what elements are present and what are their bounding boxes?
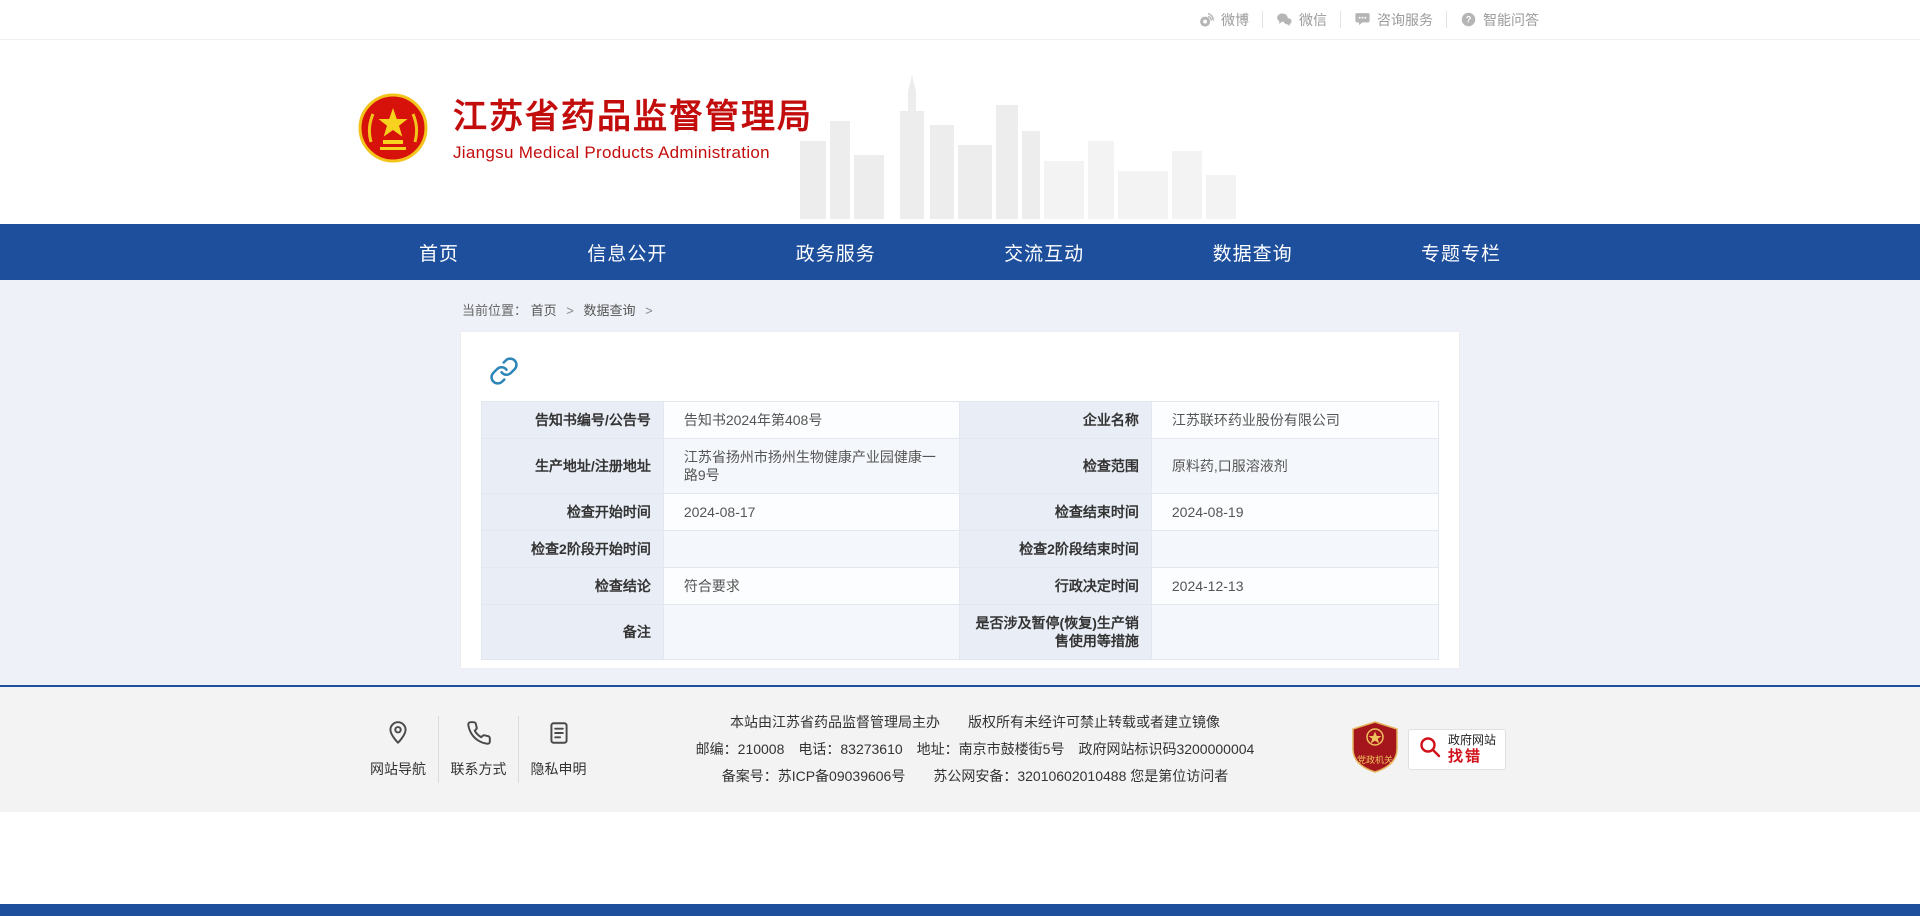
content-area: 当前位置： 首页 > 数据查询 > 告知书编号/公告号 xyxy=(0,280,1920,685)
top-utility-bar: 微博 微信 咨询服务 xyxy=(0,0,1920,40)
nav-item-data-query[interactable]: 数据查询 xyxy=(1209,239,1297,266)
consult-service-link[interactable]: 咨询服务 xyxy=(1340,11,1446,28)
privacy-link[interactable]: 隐私申明 xyxy=(518,716,598,783)
table-row: 备注 是否涉及暂停(恢复)生产销售使用等措施 xyxy=(482,605,1439,660)
field-label: 备注 xyxy=(482,605,664,660)
privacy-doc-icon xyxy=(546,720,572,749)
field-label: 生产地址/注册地址 xyxy=(482,439,664,494)
smart-qa-icon: ? xyxy=(1460,11,1477,28)
footer-badges: 党政机关 政府网站 找错 xyxy=(1352,721,1506,778)
footer-info: 本站由江苏省药品监督管理局主办 版权所有未经许可禁止转载或者建立镜像 邮编：21… xyxy=(598,709,1352,790)
table-row: 告知书编号/公告号 告知书2024年第408号 企业名称 江苏联环药业股份有限公… xyxy=(482,402,1439,439)
table-row: 生产地址/注册地址 江苏省扬州市扬州生物健康产业园健康一路9号 检查范围 原料药… xyxy=(482,439,1439,494)
footer-line-address: 邮编：210008 电话：83273610 地址：南京市鼓楼街5号 政府网站标识… xyxy=(618,736,1332,763)
field-value xyxy=(663,531,960,568)
error-badge-top-label: 政府网站 xyxy=(1448,734,1496,748)
nav-item-info-disclosure[interactable]: 信息公开 xyxy=(583,239,671,266)
wechat-label: 微信 xyxy=(1299,13,1327,27)
field-value: 符合要求 xyxy=(663,568,960,605)
breadcrumb-separator: > xyxy=(566,303,574,318)
field-label: 告知书编号/公告号 xyxy=(482,402,664,439)
field-label: 行政决定时间 xyxy=(960,568,1151,605)
inspection-detail-card: 告知书编号/公告号 告知书2024年第408号 企业名称 江苏联环药业股份有限公… xyxy=(460,331,1460,669)
brand-text: 江苏省药品监督管理局 Jiangsu Medical Products Admi… xyxy=(453,98,813,163)
footer-quick-links: 网站导航 联系方式 隐 xyxy=(358,716,598,783)
field-label: 检查范围 xyxy=(960,439,1151,494)
breadcrumb-separator: > xyxy=(645,303,653,318)
weibo-label: 微博 xyxy=(1221,13,1249,27)
breadcrumb-prefix: 当前位置： xyxy=(462,303,527,318)
contact-link[interactable]: 联系方式 xyxy=(438,716,518,783)
field-label: 检查结束时间 xyxy=(960,494,1151,531)
field-value: 2024-08-19 xyxy=(1151,494,1438,531)
field-label: 检查结论 xyxy=(482,568,664,605)
nav-item-home[interactable]: 首页 xyxy=(415,239,463,266)
site-map-link[interactable]: 网站导航 xyxy=(358,716,438,783)
weibo-link[interactable]: 微博 xyxy=(1185,11,1262,28)
table-row: 检查结论 符合要求 行政决定时间 2024-12-13 xyxy=(482,568,1439,605)
city-skyline-decoration xyxy=(800,69,1240,224)
field-value: 告知书2024年第408号 xyxy=(663,402,960,439)
site-title: 江苏省药品监督管理局 xyxy=(453,98,813,137)
field-value: 江苏省扬州市扬州生物健康产业园健康一路9号 xyxy=(663,439,960,494)
svg-text:党政机关: 党政机关 xyxy=(1357,754,1393,765)
page: 微博 微信 咨询服务 xyxy=(0,0,1920,916)
svg-text:?: ? xyxy=(1466,15,1472,25)
party-gov-badge[interactable]: 党政机关 xyxy=(1352,721,1398,778)
wechat-link[interactable]: 微信 xyxy=(1262,11,1340,28)
field-value: 江苏联环药业股份有限公司 xyxy=(1151,402,1438,439)
field-label: 检查开始时间 xyxy=(482,494,664,531)
privacy-label: 隐私申明 xyxy=(531,759,587,779)
site-footer: 网站导航 联系方式 隐 xyxy=(0,685,1920,812)
error-badge-text: 政府网站 找错 xyxy=(1448,734,1496,765)
main-nav: 首页 信息公开 政务服务 交流互动 数据查询 专题专栏 xyxy=(0,224,1920,280)
wechat-icon xyxy=(1276,11,1293,28)
field-value xyxy=(1151,605,1438,660)
breadcrumb-data-query-link[interactable]: 数据查询 xyxy=(584,303,636,318)
field-value: 2024-08-17 xyxy=(663,494,960,531)
bottom-navy-strip xyxy=(0,904,1920,916)
site-subtitle: Jiangsu Medical Products Administration xyxy=(453,143,813,163)
inspection-detail-table: 告知书编号/公告号 告知书2024年第408号 企业名称 江苏联环药业股份有限公… xyxy=(481,401,1439,660)
field-label: 是否涉及暂停(恢复)生产销售使用等措施 xyxy=(960,605,1151,660)
footer-line-icp: 备案号：苏ICP备09039606号 苏公网安备：32010602010488 … xyxy=(618,763,1332,790)
consult-service-label: 咨询服务 xyxy=(1377,13,1433,27)
smart-qa-label: 智能问答 xyxy=(1483,13,1539,27)
footer-line-host: 本站由江苏省药品监督管理局主办 版权所有未经许可禁止转载或者建立镜像 xyxy=(618,709,1332,736)
nav-item-interaction[interactable]: 交流互动 xyxy=(1000,239,1088,266)
consult-chat-icon xyxy=(1354,11,1371,28)
table-row: 检查开始时间 2024-08-17 检查结束时间 2024-08-19 xyxy=(482,494,1439,531)
magnifier-icon xyxy=(1418,735,1442,764)
weibo-icon xyxy=(1198,11,1215,28)
national-emblem-logo xyxy=(357,92,429,169)
field-label: 检查2阶段开始时间 xyxy=(482,531,664,568)
site-header: 江苏省药品监督管理局 Jiangsu Medical Products Admi… xyxy=(0,40,1920,224)
table-row: 检查2阶段开始时间 检查2阶段结束时间 xyxy=(482,531,1439,568)
field-value: 原料药,口服溶液剂 xyxy=(1151,439,1438,494)
chain-link-icon xyxy=(489,356,519,391)
breadcrumb-home-link[interactable]: 首页 xyxy=(531,303,557,318)
field-value xyxy=(1151,531,1438,568)
field-value: 2024-12-13 xyxy=(1151,568,1438,605)
nav-item-special-topics[interactable]: 专题专栏 xyxy=(1417,239,1505,266)
site-map-label: 网站导航 xyxy=(370,759,426,779)
footer-gap xyxy=(0,812,1920,904)
map-pin-icon xyxy=(385,720,411,749)
breadcrumb: 当前位置： 首页 > 数据查询 > xyxy=(462,300,1460,319)
smart-qa-link[interactable]: ? 智能问答 xyxy=(1446,11,1552,28)
field-label: 检查2阶段结束时间 xyxy=(960,531,1151,568)
field-value xyxy=(663,605,960,660)
contact-label: 联系方式 xyxy=(451,759,507,779)
error-badge-bottom-label: 找错 xyxy=(1448,748,1496,765)
nav-item-gov-services[interactable]: 政务服务 xyxy=(792,239,880,266)
gov-site-error-badge[interactable]: 政府网站 找错 xyxy=(1408,729,1506,770)
field-label: 企业名称 xyxy=(960,402,1151,439)
phone-icon xyxy=(466,720,492,749)
agency-brand[interactable]: 江苏省药品监督管理局 Jiangsu Medical Products Admi… xyxy=(357,92,813,169)
